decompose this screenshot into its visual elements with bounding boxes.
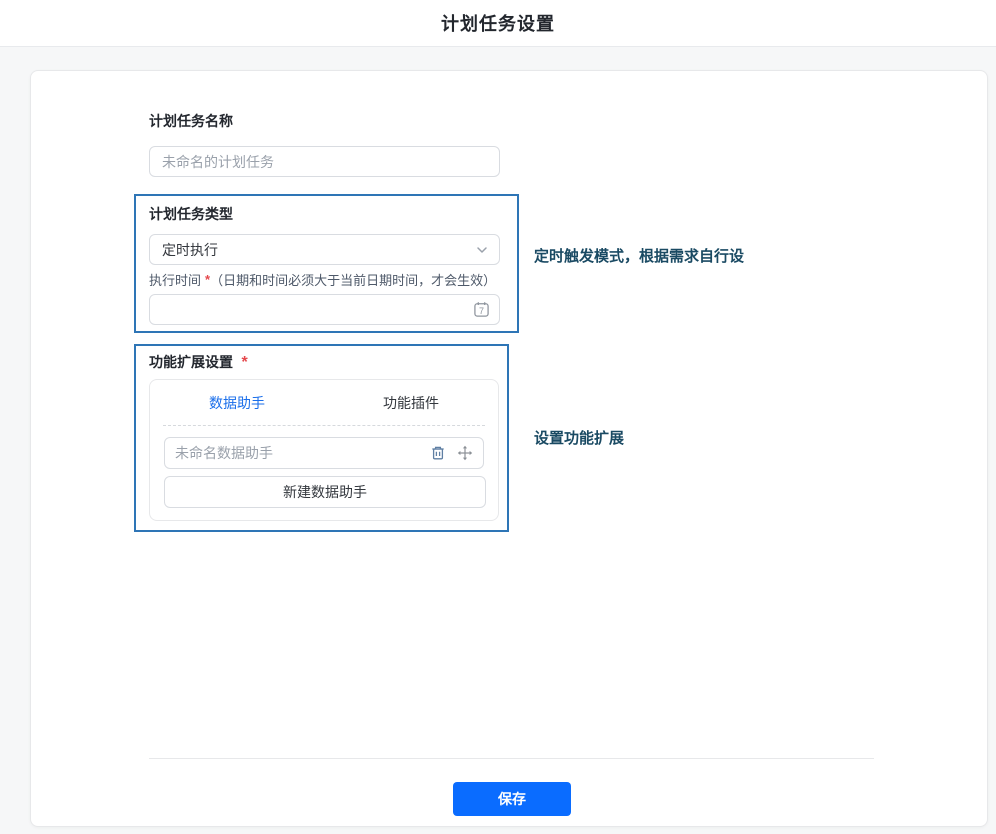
calendar-icon[interactable]: 7: [473, 301, 490, 318]
chevron-down-icon: [475, 243, 489, 257]
exec-time-label-row: 执行时间 * （日期和时间必须大于当前日期时间，才会生效）: [149, 270, 496, 289]
data-assistant-name: 未命名数据助手: [175, 443, 430, 463]
task-name-input[interactable]: [149, 146, 500, 177]
extension-tabs: 数据助手 功能插件: [150, 380, 498, 425]
task-name-label: 计划任务名称: [149, 111, 233, 131]
page-header: 计划任务设置: [0, 0, 996, 47]
exec-time-label: 执行时间: [149, 270, 201, 289]
footer-divider: [149, 758, 874, 759]
move-icon[interactable]: [457, 445, 473, 461]
svg-text:7: 7: [479, 306, 484, 316]
exec-time-input[interactable]: 7: [149, 294, 500, 325]
task-type-selected-value: 定时执行: [162, 240, 218, 260]
extension-required-mark: *: [241, 354, 247, 371]
extension-card: 数据助手 功能插件 未命名数据助手: [149, 379, 499, 521]
data-assistant-item[interactable]: 未命名数据助手: [164, 437, 484, 469]
tabs-divider: [163, 425, 485, 426]
task-type-label: 计划任务类型: [149, 204, 233, 224]
tab-data-assistant[interactable]: 数据助手: [150, 380, 324, 425]
save-button[interactable]: 保存: [453, 782, 571, 816]
extension-label-row: 功能扩展设置 *: [149, 352, 248, 372]
settings-card: 计划任务名称 计划任务类型 定时执行 执行时间 * （日期和时间必须大于当前日期…: [30, 70, 988, 827]
task-type-highlight-box: 计划任务类型 定时执行 执行时间 * （日期和时间必须大于当前日期时间，才会生效…: [134, 194, 519, 333]
tab-function-plugin[interactable]: 功能插件: [324, 380, 498, 425]
extension-highlight-box: 功能扩展设置 * 数据助手 功能插件 未命名数据助手: [134, 344, 509, 532]
add-data-assistant-button[interactable]: 新建数据助手: [164, 476, 486, 508]
page-title: 计划任务设置: [441, 10, 555, 36]
delete-icon[interactable]: [430, 445, 446, 461]
exec-time-note: （日期和时间必须大于当前日期时间，才会生效）: [210, 270, 496, 289]
extension-label: 功能扩展设置: [149, 354, 233, 370]
extension-annotation: 设置功能扩展: [534, 427, 624, 448]
task-type-annotation: 定时触发模式，根据需求自行设: [534, 245, 744, 266]
task-type-select[interactable]: 定时执行: [149, 234, 500, 265]
